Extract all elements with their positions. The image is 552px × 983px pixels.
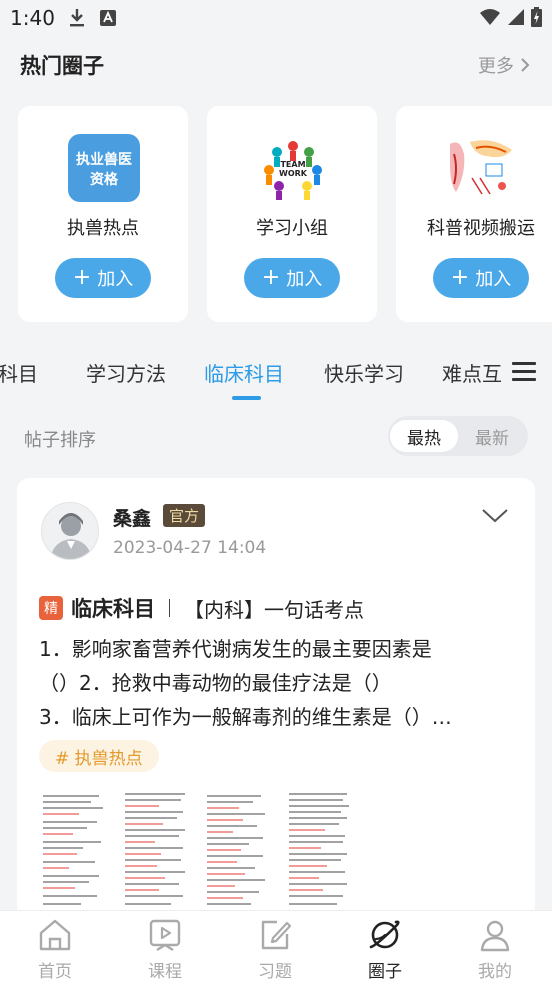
sort-toggle: 最热 最新 [388,416,528,456]
avatar-text: WORK [279,169,307,178]
group-name: 执兽热点 [67,218,139,239]
document-thumbnail-icon [289,793,349,905]
course-play-icon [149,919,181,952]
title-divider [169,599,170,617]
chevron-right-icon [521,58,530,72]
hot-groups-title: 热门圈子 [20,54,104,78]
post-body[interactable]: 1．影响家畜营养代谢病发生的最主要因素是 （）2．抢救中毒动物的最佳疗法是（） … [39,632,515,734]
featured-badge: 精 [39,596,63,620]
status-bar: 1:40 [0,0,552,36]
wifi-icon [480,9,500,25]
post-time: 2023-04-27 14:04 [113,538,267,558]
post-body-line: （）2．抢救中毒动物的最佳疗法是（） [39,671,392,695]
avatar-text: 执业兽医 [76,152,132,168]
post-image[interactable] [121,788,191,912]
document-thumbnail-icon [207,795,265,905]
plus-icon: + [261,265,281,290]
group-name: 学习小组 [256,218,328,239]
signal-icon [508,9,524,25]
category-tabs: 药科目 学习方法 临床科目 快乐学习 难点互 [0,340,552,404]
post-body-line: 1．影响家畜营养代谢病发生的最主要因素是 [39,637,432,661]
more-label: 更多 [478,56,514,77]
post-title-row: 精 临床科目 【内科】一句话考点 [39,593,364,623]
bottom-nav: 首页 课程 习题 圈子 我的 [0,910,552,983]
group-card-zhishou[interactable]: 执业兽医 资格 执兽热点 + 加入 [18,106,188,322]
hot-groups-header: 热门圈子 更多 [0,36,552,96]
post-category: 临床科目 [71,597,155,621]
group-avatar [446,134,518,202]
nav-profile[interactable]: 我的 [440,911,550,983]
nav-courses[interactable]: 课程 [110,911,220,983]
sort-newest[interactable]: 最新 [458,420,526,452]
tab-difficult-points[interactable]: 难点互 [442,358,502,387]
avatar-text: TEAM [280,160,306,169]
plus-icon: + [450,265,470,290]
topic-tag[interactable]: # 执兽热点 [39,740,159,772]
home-icon [39,919,71,951]
join-button[interactable]: + 加入 [433,258,529,298]
post-images [39,788,355,912]
document-thumbnail-icon [43,795,103,905]
tab-happy-learning[interactable]: 快乐学习 [324,358,404,387]
join-button[interactable]: + 加入 [55,258,151,298]
post-image[interactable] [203,788,273,912]
group-avatar: TEAM WORK [257,134,329,202]
battery-charging-icon [531,7,542,27]
post-card[interactable]: 桑鑫 官方 2023-04-27 14:04 精 临床科目 【内科】一句话考点 … [17,478,535,918]
anatomy-illustration-icon [450,140,512,195]
post-subject: 【内科】一句话考点 [184,597,364,622]
group-card-study[interactable]: TEAM WORK 学习小组 + 加入 [207,106,377,322]
exercise-edit-icon [261,920,292,950]
join-label: 加入 [286,269,323,290]
group-card-science[interactable]: 科普视频搬运 + 加入 [396,106,552,322]
status-time: 1:40 [10,6,55,30]
avatar-text: 资格 [90,172,118,188]
join-button[interactable]: + 加入 [244,258,340,298]
tab-pharmacology[interactable]: 药科目 [0,358,38,387]
default-avatar-icon [42,503,98,559]
avatar[interactable] [41,502,99,560]
sort-label: 帖子排序 [24,430,96,451]
post-body-line: 3．临床上可作为一般解毒剂的维生素是（）… [39,705,452,729]
join-label: 加入 [97,269,134,290]
nav-label: 课程 [148,962,182,982]
nav-circles[interactable]: 圈子 [330,911,440,983]
app-notification-icon [100,10,116,26]
nav-label: 首页 [38,962,72,982]
post-image[interactable] [39,788,109,912]
active-tab-indicator [232,396,261,400]
nav-label: 圈子 [368,962,402,982]
profile-icon [480,920,510,952]
plus-icon: + [72,265,92,290]
author-name[interactable]: 桑鑫 [113,504,151,531]
nav-exercises[interactable]: 习题 [220,911,330,983]
nav-label: 习题 [258,962,292,982]
circle-planet-icon [369,920,400,949]
official-badge: 官方 [163,504,206,527]
chevron-down-icon[interactable] [481,508,509,524]
menu-icon[interactable] [512,362,536,382]
group-name: 科普视频搬运 [427,218,535,239]
post-image[interactable] [285,788,355,912]
tab-clinical[interactable]: 临床科目 [204,358,284,387]
download-icon [70,9,84,27]
more-link[interactable]: 更多 [478,52,530,78]
nav-home[interactable]: 首页 [0,911,110,983]
tab-study-methods[interactable]: 学习方法 [86,358,166,387]
nav-label: 我的 [478,962,512,982]
join-label: 加入 [475,269,512,290]
group-avatar: 执业兽医 资格 [68,134,140,202]
document-thumbnail-icon [125,793,185,905]
sort-hottest[interactable]: 最热 [390,420,458,452]
